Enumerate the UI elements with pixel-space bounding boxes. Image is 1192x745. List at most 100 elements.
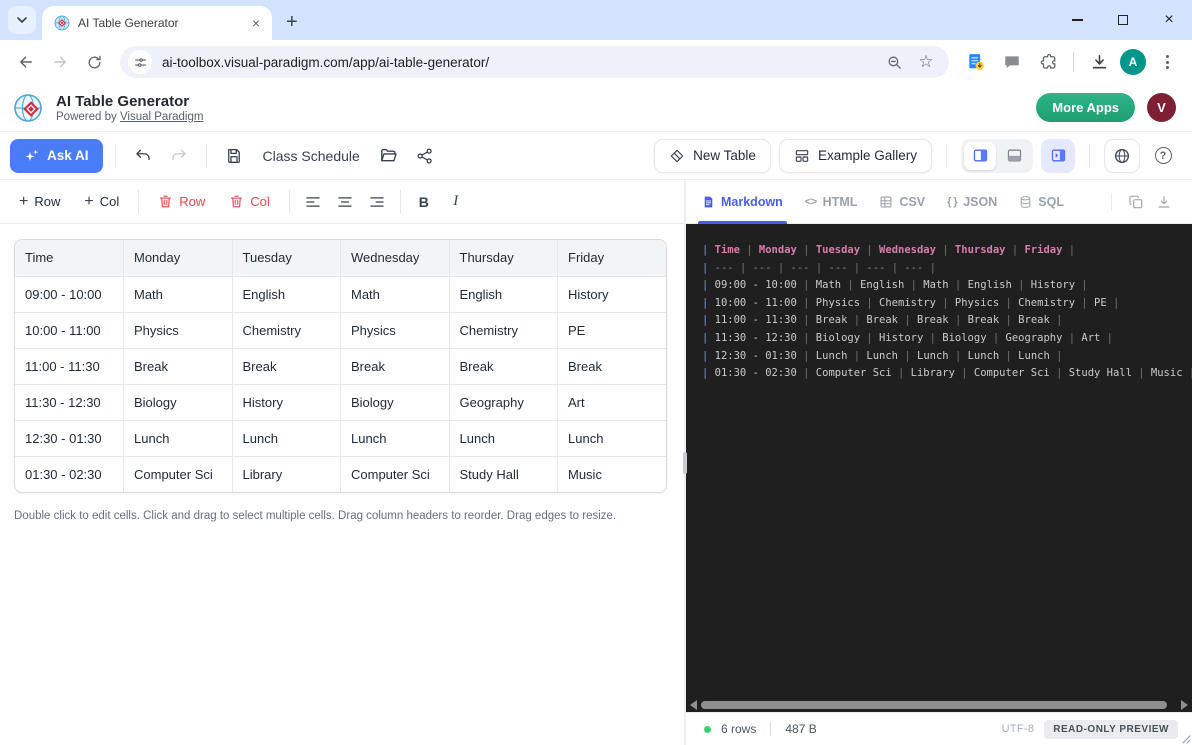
copy-code-button[interactable]: [1122, 188, 1150, 216]
example-gallery-button[interactable]: Example Gallery: [779, 139, 932, 173]
table-cell[interactable]: Art: [558, 384, 667, 420]
close-window-button[interactable]: ×: [1146, 0, 1192, 40]
column-header[interactable]: Friday: [558, 240, 667, 276]
table-cell[interactable]: Math: [341, 276, 450, 312]
table-cell[interactable]: PE: [558, 312, 667, 348]
new-table-button[interactable]: New Table: [654, 139, 771, 173]
reload-button[interactable]: [80, 48, 108, 76]
scroll-right-icon[interactable]: [1181, 700, 1188, 710]
italic-button[interactable]: I: [441, 187, 471, 217]
scroll-left-icon[interactable]: [690, 700, 697, 710]
align-center-button[interactable]: [330, 187, 360, 217]
pane-divider[interactable]: [684, 180, 686, 745]
table-cell[interactable]: Biology: [341, 384, 450, 420]
markdown-code-preview[interactable]: | Time | Monday | Tuesday | Wednesday | …: [686, 224, 1192, 697]
zoom-out-icon[interactable]: [883, 54, 905, 71]
open-folder-button[interactable]: [374, 141, 404, 171]
tab-csv[interactable]: CSV: [879, 180, 925, 224]
table-cell[interactable]: History: [558, 276, 667, 312]
help-button[interactable]: ?: [1148, 139, 1178, 173]
tab-html[interactable]: <>HTML: [805, 180, 858, 224]
table-cell[interactable]: Physics: [341, 312, 450, 348]
share-button[interactable]: [410, 141, 440, 171]
url-bar[interactable]: ai-toolbox.visual-paradigm.com/app/ai-ta…: [120, 46, 949, 78]
scrollbar-thumb[interactable]: [701, 701, 1167, 709]
language-button[interactable]: [1104, 139, 1140, 173]
column-header[interactable]: Monday: [124, 240, 233, 276]
minimize-button[interactable]: [1054, 0, 1100, 40]
table-cell[interactable]: English: [449, 276, 558, 312]
table-cell[interactable]: Break: [341, 348, 450, 384]
vertical-split-button[interactable]: [964, 142, 996, 170]
table-cell[interactable]: Break: [449, 348, 558, 384]
forward-button[interactable]: [46, 48, 74, 76]
delete-col-button[interactable]: Col: [218, 187, 281, 217]
table-cell[interactable]: Break: [232, 348, 341, 384]
bookmark-star-icon[interactable]: ☆: [915, 52, 937, 72]
table-cell[interactable]: Computer Sci: [124, 456, 233, 492]
table-cell[interactable]: Study Hall: [449, 456, 558, 492]
tab-json[interactable]: { }JSON: [947, 180, 997, 224]
divider-grip-handle[interactable]: [683, 452, 687, 474]
redo-button[interactable]: [164, 141, 194, 171]
column-header[interactable]: Time: [15, 240, 124, 276]
document-title[interactable]: Class Schedule: [263, 148, 360, 164]
docs-offline-icon[interactable]: [961, 48, 991, 76]
download-code-button[interactable]: [1150, 188, 1178, 216]
user-avatar[interactable]: V: [1147, 93, 1176, 122]
visual-paradigm-link[interactable]: Visual Paradigm: [120, 111, 204, 123]
table-cell[interactable]: Geography: [449, 384, 558, 420]
new-tab-button[interactable]: +: [286, 12, 298, 32]
table-cell[interactable]: Computer Sci: [341, 456, 450, 492]
site-settings-icon[interactable]: [128, 50, 152, 74]
browser-menu-icon[interactable]: [1152, 48, 1182, 76]
table-cell[interactable]: English: [232, 276, 341, 312]
table-cell[interactable]: Library: [232, 456, 341, 492]
extensions-puzzle-icon[interactable]: [1033, 48, 1063, 76]
tab-close-icon[interactable]: ×: [248, 15, 264, 31]
table-cell[interactable]: Lunch: [124, 420, 233, 456]
table-cell[interactable]: Music: [558, 456, 667, 492]
undo-button[interactable]: [128, 141, 158, 171]
table-cell[interactable]: 10:00 - 11:00: [15, 312, 124, 348]
maximize-button[interactable]: [1100, 0, 1146, 40]
bold-button[interactable]: B: [409, 187, 439, 217]
browser-tab[interactable]: AI Table Generator ×: [42, 6, 272, 40]
more-apps-button[interactable]: More Apps: [1036, 93, 1135, 122]
table-cell[interactable]: 09:00 - 10:00: [15, 276, 124, 312]
table-cell[interactable]: Chemistry: [449, 312, 558, 348]
tab-search-button[interactable]: [8, 6, 36, 34]
table-cell[interactable]: Lunch: [232, 420, 341, 456]
tab-sql[interactable]: SQL: [1019, 180, 1064, 224]
table-cell[interactable]: Lunch: [341, 420, 450, 456]
browser-profile-avatar[interactable]: A: [1120, 49, 1146, 75]
comment-icon[interactable]: [997, 48, 1027, 76]
delete-row-button[interactable]: Row: [147, 187, 216, 217]
column-header[interactable]: Tuesday: [232, 240, 341, 276]
column-header[interactable]: Wednesday: [341, 240, 450, 276]
table-cell[interactable]: Lunch: [449, 420, 558, 456]
table-cell[interactable]: Chemistry: [232, 312, 341, 348]
table-cell[interactable]: Math: [124, 276, 233, 312]
table-cell[interactable]: History: [232, 384, 341, 420]
add-col-button[interactable]: + Col: [73, 187, 130, 217]
table-cell[interactable]: 11:00 - 11:30: [15, 348, 124, 384]
align-right-button[interactable]: [362, 187, 392, 217]
table-cell[interactable]: 11:30 - 12:30: [15, 384, 124, 420]
download-icon[interactable]: [1084, 48, 1114, 76]
add-row-button[interactable]: + Row: [8, 187, 71, 217]
table-cell[interactable]: Lunch: [558, 420, 667, 456]
align-left-button[interactable]: [298, 187, 328, 217]
table-cell[interactable]: Physics: [124, 312, 233, 348]
table-cell[interactable]: Biology: [124, 384, 233, 420]
table-cell[interactable]: Break: [558, 348, 667, 384]
save-button[interactable]: [219, 141, 249, 171]
table-cell[interactable]: 12:30 - 01:30: [15, 420, 124, 456]
table-cell[interactable]: Break: [124, 348, 233, 384]
code-horizontal-scrollbar[interactable]: [686, 697, 1192, 712]
ask-ai-button[interactable]: Ask AI: [10, 139, 103, 173]
resize-grip-icon[interactable]: [1181, 734, 1191, 744]
url-text[interactable]: ai-toolbox.visual-paradigm.com/app/ai-ta…: [162, 55, 873, 70]
back-button[interactable]: [12, 48, 40, 76]
tab-markdown[interactable]: Markdown: [702, 180, 783, 224]
